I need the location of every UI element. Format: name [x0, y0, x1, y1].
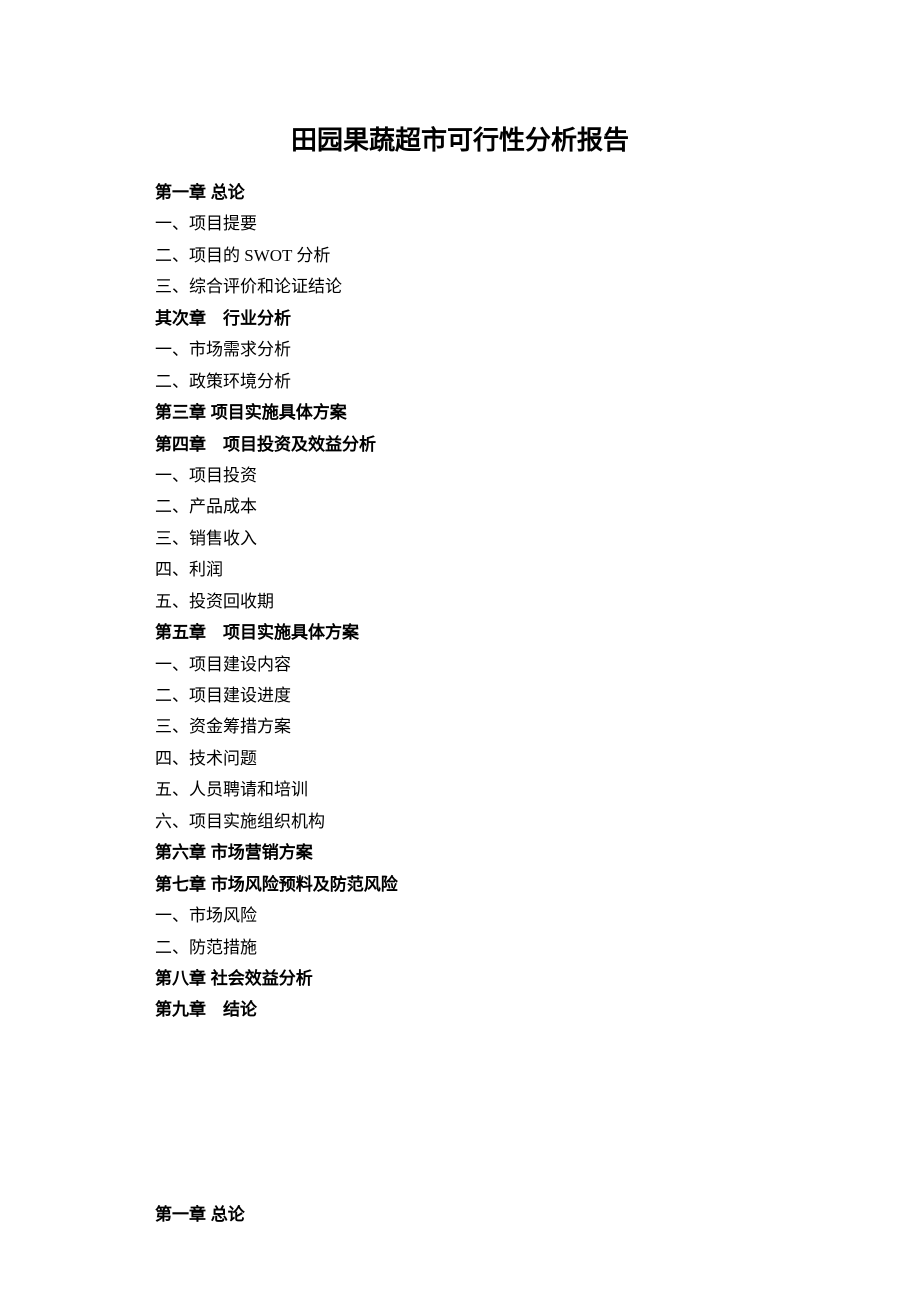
toc-item: 二、产品成本 — [155, 491, 765, 522]
toc-item: 四、技术问题 — [155, 743, 765, 774]
chapter-heading: 第一章 总论 — [155, 177, 765, 208]
toc-item: 一、市场风险 — [155, 900, 765, 931]
footer-chapter-heading: 第一章 总论 — [155, 1200, 245, 1225]
toc-item: 三、销售收入 — [155, 523, 765, 554]
chapter-heading: 第三章 项目实施具体方案 — [155, 397, 765, 428]
toc-item: 二、政策环境分析 — [155, 366, 765, 397]
toc-item: 一、项目建设内容 — [155, 649, 765, 680]
chapter-heading: 第九章 结论 — [155, 994, 765, 1025]
toc-item: 四、利润 — [155, 554, 765, 585]
toc-item: 五、投资回收期 — [155, 586, 765, 617]
toc-item: 二、项目的 SWOT 分析 — [155, 240, 765, 271]
toc-item: 三、资金筹措方案 — [155, 711, 765, 742]
toc-item: 一、市场需求分析 — [155, 334, 765, 365]
toc-item: 六、项目实施组织机构 — [155, 806, 765, 837]
toc-item: 一、项目投资 — [155, 460, 765, 491]
toc-item: 一、项目提要 — [155, 208, 765, 239]
table-of-contents: 第一章 总论一、项目提要二、项目的 SWOT 分析三、综合评价和论证结论其次章 … — [155, 177, 765, 1026]
chapter-heading: 其次章 行业分析 — [155, 303, 765, 334]
toc-item: 二、项目建设进度 — [155, 680, 765, 711]
toc-item: 五、人员聘请和培训 — [155, 774, 765, 805]
toc-item: 三、综合评价和论证结论 — [155, 271, 765, 302]
chapter-heading: 第八章 社会效益分析 — [155, 963, 765, 994]
chapter-heading: 第五章 项目实施具体方案 — [155, 617, 765, 648]
chapter-heading: 第六章 市场营销方案 — [155, 837, 765, 868]
chapter-heading: 第七章 市场风险预料及防范风险 — [155, 869, 765, 900]
chapter-heading: 第四章 项目投资及效益分析 — [155, 429, 765, 460]
toc-item: 二、防范措施 — [155, 932, 765, 963]
document-title: 田园果蔬超市可行性分析报告 — [155, 120, 765, 157]
